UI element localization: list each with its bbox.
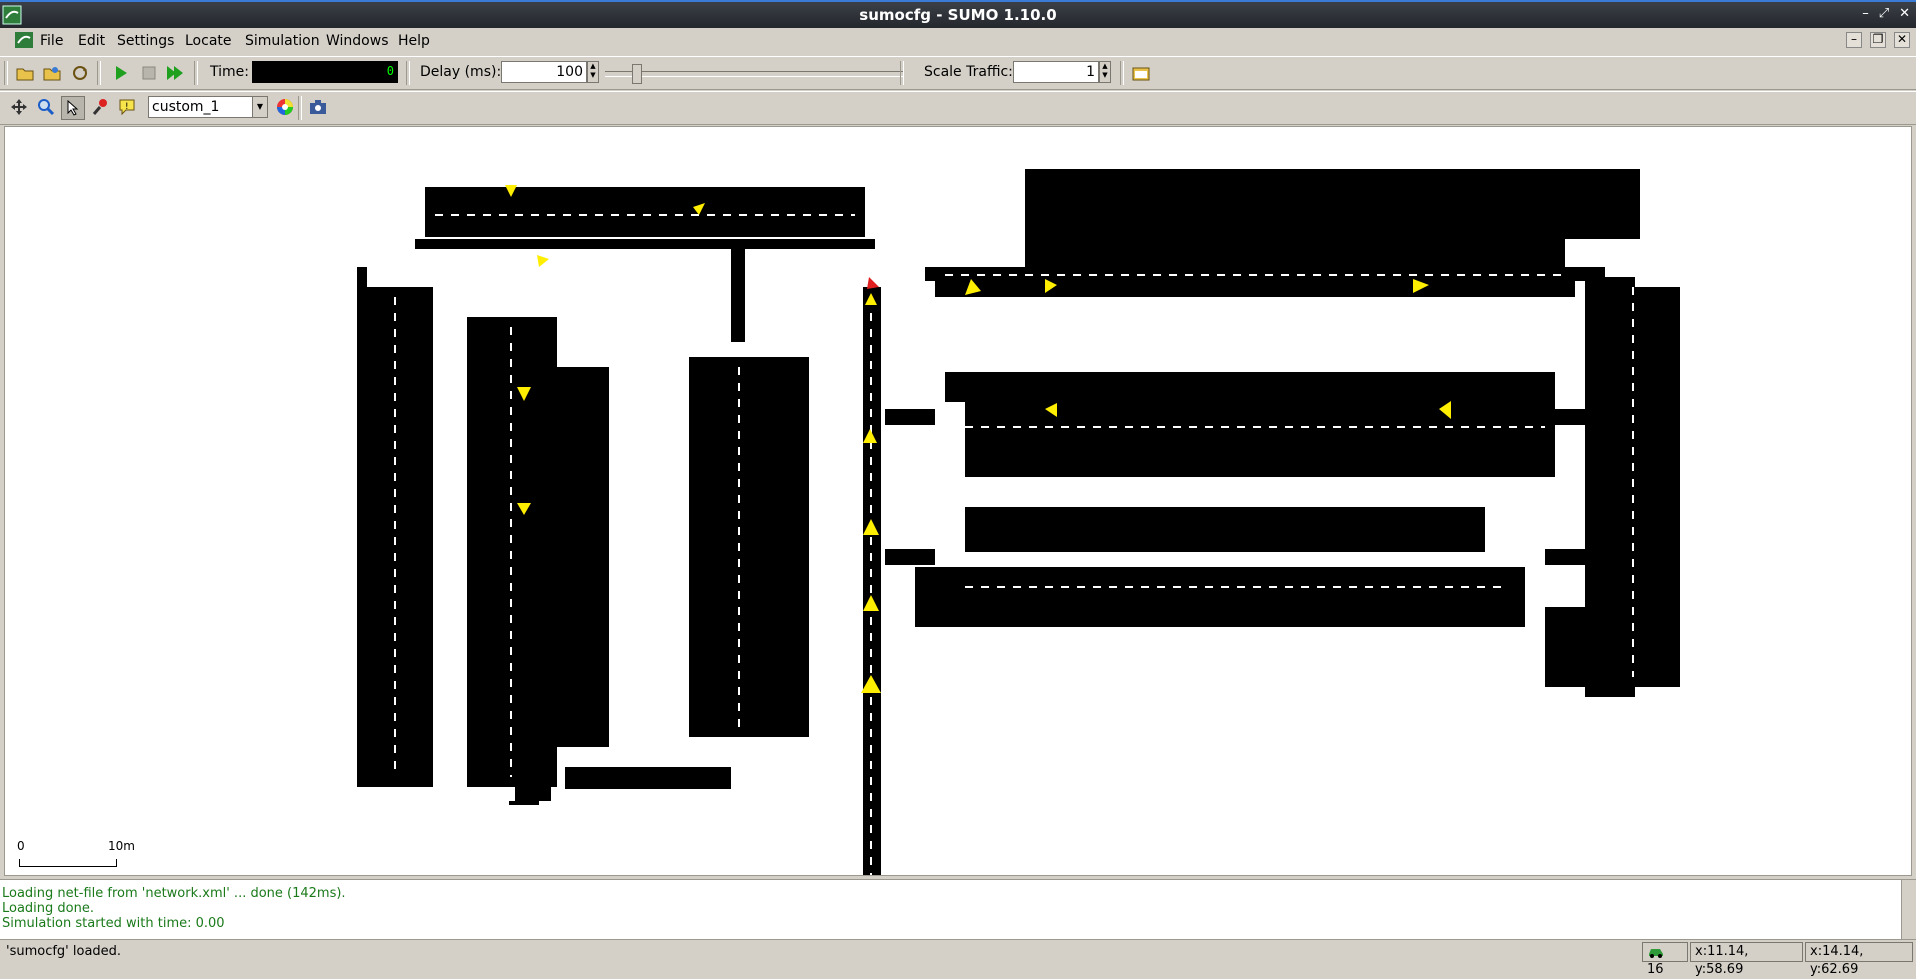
status-bar: 'sumocfg' loaded. 16 x:11.14, y:58.69 x:… xyxy=(0,939,1916,977)
scale-traffic-spinner[interactable]: ▲ ▼ xyxy=(1099,61,1111,83)
geo-coordinates: x:14.14, y:62.69 xyxy=(1805,942,1913,977)
minimize-button[interactable]: – xyxy=(1862,6,1869,21)
menu-help[interactable]: Help xyxy=(398,33,430,49)
menu-simulation[interactable]: Simulation xyxy=(245,33,320,49)
tooltip-icon[interactable]: ! xyxy=(116,96,138,118)
vehicle-count-box: 16 xyxy=(1642,942,1688,977)
scale-traffic-label: Scale Traffic: xyxy=(924,64,1013,80)
mdi-minimize-button[interactable]: – xyxy=(1846,32,1862,48)
status-message: 'sumocfg' loaded. xyxy=(6,944,122,959)
delay-slider-thumb[interactable] xyxy=(632,64,642,84)
menu-file[interactable]: File xyxy=(40,33,63,49)
menu-settings[interactable]: Settings xyxy=(117,33,174,49)
scale-end-label: 10m xyxy=(108,839,135,853)
color-wheel-icon[interactable] xyxy=(274,96,296,118)
window-title: sumocfg - SUMO 1.10.0 xyxy=(859,6,1057,24)
car-icon xyxy=(1649,948,1663,958)
log-scrollbar[interactable] xyxy=(1901,880,1916,940)
mdi-close-button[interactable]: ✕ xyxy=(1894,32,1910,48)
menu-edit[interactable]: Edit xyxy=(78,33,105,49)
menu-windows[interactable]: Windows xyxy=(326,33,389,49)
color-scheme-value: custom_1 xyxy=(152,99,220,115)
delay-label: Delay (ms): xyxy=(420,64,502,80)
play-icon[interactable] xyxy=(110,62,132,84)
delay-input[interactable]: 100 xyxy=(501,61,587,83)
open-folder-icon[interactable] xyxy=(14,62,36,84)
scale-traffic-input[interactable]: 1 xyxy=(1013,61,1099,83)
vehicle-count: 16 xyxy=(1647,962,1664,977)
menu-locate[interactable]: Locate xyxy=(185,33,232,49)
simulation-toolbar: Time: 0 Delay (ms): 100 ▲ ▼ Scale Traffic… xyxy=(0,56,1916,90)
time-display: 0 xyxy=(252,61,398,83)
log-line: Loading net-file from 'network.xml' ... … xyxy=(2,886,346,901)
mdi-restore-button[interactable]: ❐ xyxy=(1870,32,1886,48)
cursor-coordinates: x:11.14, y:58.69 xyxy=(1690,942,1803,977)
view-toolbar: ! custom_1 ▼ xyxy=(0,91,1916,125)
stop-icon[interactable] xyxy=(138,62,160,84)
step-icon[interactable] xyxy=(164,62,186,84)
locate-junction-icon[interactable] xyxy=(89,96,111,118)
screenshot-camera-icon[interactable] xyxy=(307,96,329,118)
parking-area-top-left xyxy=(415,187,875,249)
time-label: Time: xyxy=(210,64,249,80)
parking-area-top-right xyxy=(935,169,1640,297)
select-tool-icon[interactable] xyxy=(61,96,85,120)
network-view-canvas[interactable]: 0 10m xyxy=(4,126,1912,876)
time-value: 0 xyxy=(386,64,394,78)
parking-area-middle-right xyxy=(945,372,1555,477)
open-network-icon[interactable] xyxy=(41,62,63,84)
delay-spinner[interactable]: ▲ ▼ xyxy=(587,61,599,83)
road-network-drawing xyxy=(357,169,1680,875)
title-bar: sumocfg - SUMO 1.10.0 – ⤢ ✕ xyxy=(0,0,1916,28)
scale-start-label: 0 xyxy=(17,839,25,853)
menu-bar: File Edit Settings Locate Simulation Win… xyxy=(0,28,1916,54)
maximize-button[interactable]: ⤢ xyxy=(1879,6,1889,21)
close-button[interactable]: ✕ xyxy=(1899,6,1910,21)
recenter-icon[interactable] xyxy=(8,96,30,118)
vehicle-marker[interactable] xyxy=(537,255,549,267)
scale-line xyxy=(19,859,117,867)
message-log: Loading net-file from 'network.xml' ... … xyxy=(0,879,1916,940)
vehicle-marker[interactable] xyxy=(867,277,879,289)
reload-icon[interactable] xyxy=(69,62,91,84)
mdi-app-icon[interactable] xyxy=(14,31,34,49)
new-view-icon[interactable] xyxy=(1130,62,1152,84)
svg-text:!: ! xyxy=(125,102,129,112)
log-line: Loading done. xyxy=(2,901,94,916)
parking-area-bottom-right xyxy=(915,507,1525,627)
delay-slider-track[interactable] xyxy=(605,71,903,77)
parking-area-left xyxy=(357,287,809,787)
parking-area-right xyxy=(1545,287,1680,687)
color-scheme-select[interactable]: custom_1 ▼ xyxy=(148,96,268,118)
chevron-down-icon[interactable]: ▼ xyxy=(252,97,267,117)
zoom-icon[interactable] xyxy=(35,96,57,118)
log-line: Simulation started with time: 0.00 xyxy=(2,916,225,931)
